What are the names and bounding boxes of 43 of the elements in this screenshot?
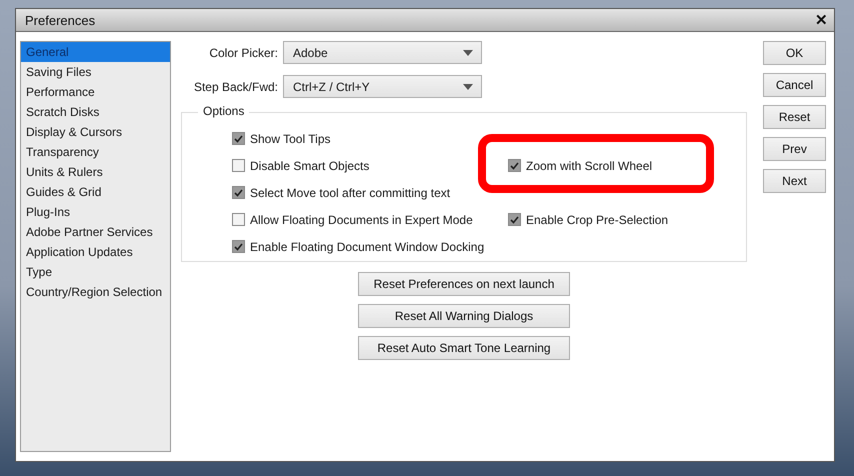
dialog-button[interactable]: Reset [763, 105, 826, 129]
checkbox[interactable] [232, 213, 245, 226]
dialog-button[interactable]: Cancel [763, 73, 826, 97]
checkbox[interactable] [232, 186, 245, 199]
checkbox[interactable] [232, 240, 245, 253]
checkbox[interactable] [508, 213, 521, 226]
dialog-button[interactable]: Prev [763, 137, 826, 161]
checkbox[interactable] [232, 159, 245, 172]
category-item[interactable]: Saving Files [21, 62, 170, 82]
caret-icon [463, 84, 473, 90]
checkbox-label: Disable Smart Objects [250, 158, 370, 172]
checkbox[interactable] [232, 132, 245, 145]
dropdown[interactable]: Adobe [283, 41, 482, 64]
dropdown[interactable]: Ctrl+Z / Ctrl+Y [283, 75, 482, 98]
checkbox-label: Enable Floating Document Window Docking [250, 240, 484, 254]
reset-button[interactable]: Reset Preferences on next launch [358, 272, 570, 296]
category-item[interactable]: Adobe Partner Services [21, 222, 170, 242]
caret-icon [463, 50, 473, 56]
category-item[interactable]: Application Updates [21, 242, 170, 262]
window-title: Preferences [25, 12, 96, 28]
category-item[interactable]: Guides & Grid [21, 182, 170, 202]
category-item[interactable]: Type [21, 262, 170, 282]
field-label: Color Picker: [208, 46, 279, 60]
category-item[interactable]: Display & Cursors [21, 122, 170, 142]
dialog-button[interactable]: Next [763, 169, 826, 193]
category-item[interactable]: Scratch Disks [21, 102, 170, 122]
category-item[interactable]: Plug-Ins [21, 202, 170, 222]
checkbox-label: Allow Floating Documents in Expert Mode [250, 212, 473, 226]
dialog-button[interactable]: OK [763, 41, 826, 65]
checkbox-label: Zoom with Scroll Wheel [526, 158, 652, 172]
category-item[interactable]: Country/Region Selection [21, 282, 170, 302]
checkbox-label: Select Move tool after committing text [250, 186, 450, 200]
checkbox-label: Enable Crop Pre-Selection [526, 212, 668, 226]
checkbox-label: Show Tool Tips [250, 132, 330, 146]
category-item[interactable]: Units & Rulers [21, 162, 170, 182]
reset-button[interactable]: Reset All Warning Dialogs [358, 304, 570, 328]
group-title: Options [198, 104, 250, 118]
checkbox[interactable] [508, 159, 521, 172]
reset-button[interactable]: Reset Auto Smart Tone Learning [358, 336, 570, 360]
field-label: Step Back/Fwd: [192, 80, 279, 94]
category-item[interactable]: Performance [21, 82, 170, 102]
category-item[interactable]: Transparency [21, 142, 170, 162]
close-button[interactable]: ✕ [815, 11, 828, 29]
